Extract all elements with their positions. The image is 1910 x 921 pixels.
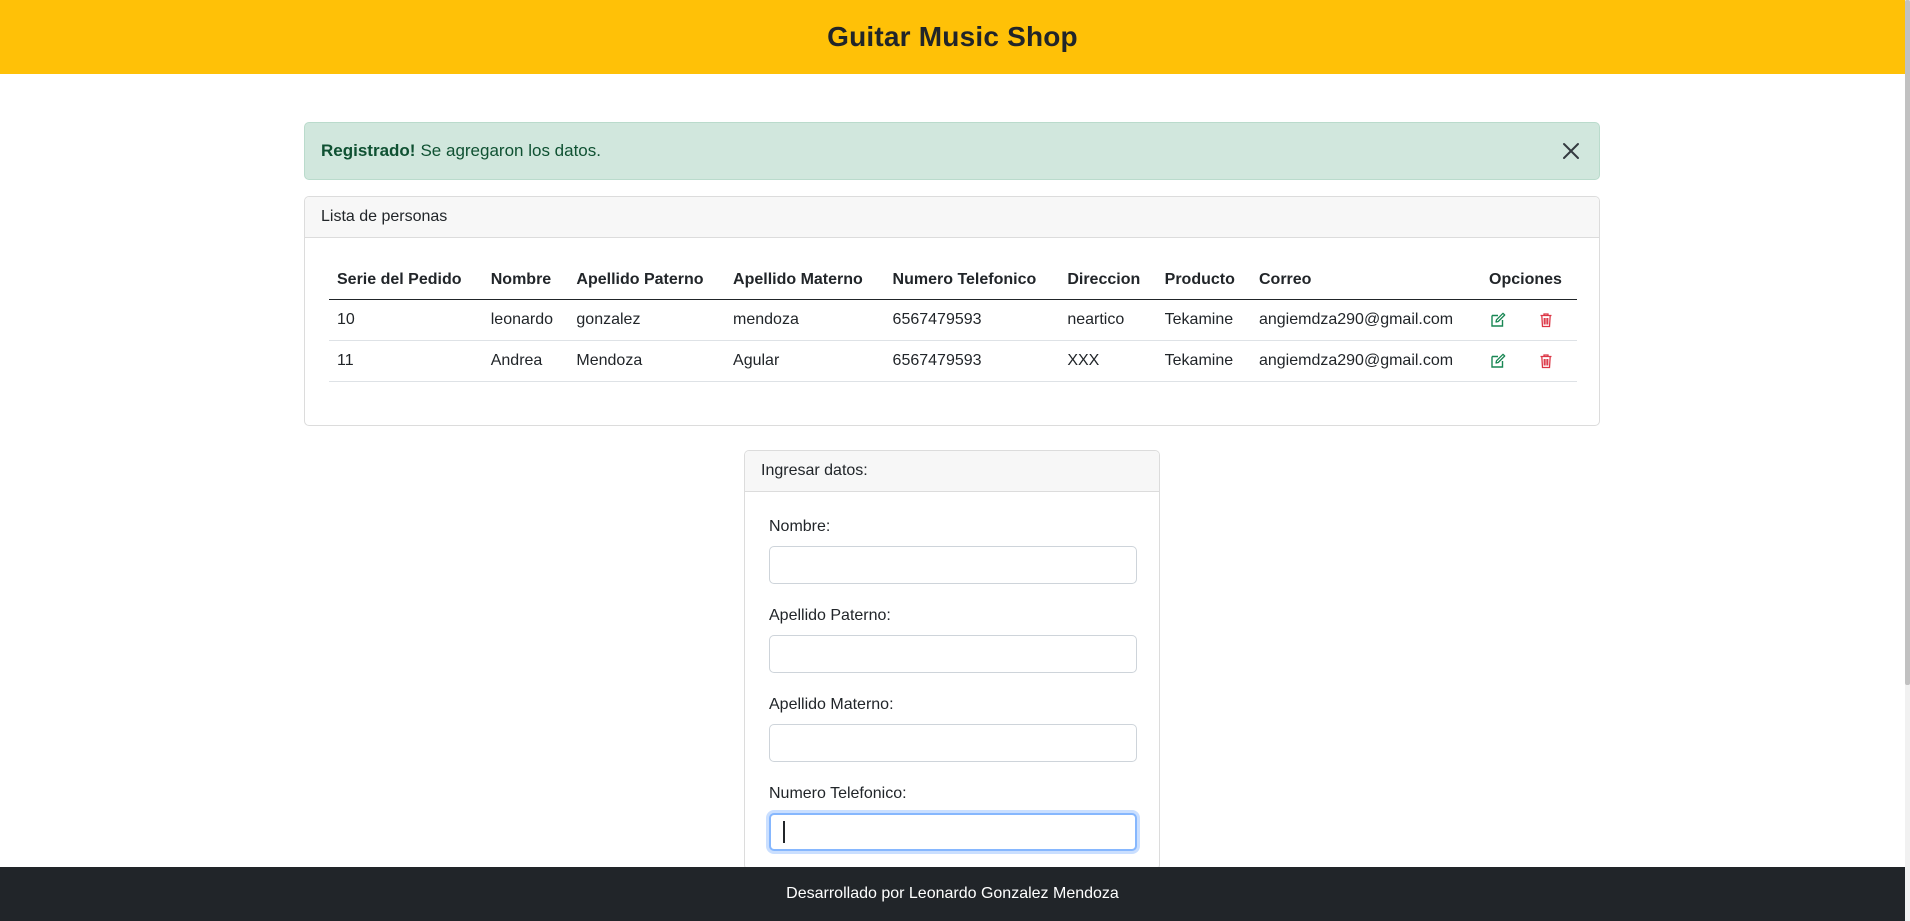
- people-table: Serie del Pedido Nombre Apellido Paterno…: [329, 261, 1577, 382]
- data-entry-card: Ingresar datos: Nombre: Apellido Paterno…: [744, 450, 1160, 870]
- col-producto: Producto: [1156, 261, 1251, 300]
- form-group-apellido-paterno: Apellido Paterno:: [769, 607, 1137, 673]
- col-nombre: Nombre: [482, 261, 569, 300]
- app-footer: Desarrollado por Leonardo Gonzalez Mendo…: [0, 867, 1905, 921]
- cell-materno: Agular: [725, 340, 885, 382]
- nombre-input[interactable]: [769, 546, 1137, 584]
- cell-paterno: gonzalez: [568, 299, 726, 341]
- people-list-card: Lista de personas Serie del Pedido Nombr…: [304, 196, 1600, 426]
- scrollbar-thumb[interactable]: [1905, 0, 1910, 685]
- trash-icon[interactable]: [1537, 352, 1555, 370]
- trash-icon[interactable]: [1537, 311, 1555, 329]
- table-header-row: Serie del Pedido Nombre Apellido Paterno…: [329, 261, 1577, 300]
- cell-telefono: 6567479593: [884, 299, 1060, 341]
- cell-paterno: Mendoza: [568, 340, 726, 382]
- form-body: Nombre: Apellido Paterno: Apellido Mater…: [745, 492, 1159, 851]
- cell-direccion: neartico: [1059, 299, 1157, 341]
- cell-nombre: leonardo: [482, 299, 569, 341]
- text-cursor: [783, 821, 785, 843]
- alert-strong: Registrado!: [321, 141, 416, 160]
- edit-icon[interactable]: [1489, 352, 1507, 370]
- col-telefono: Numero Telefonico: [884, 261, 1060, 300]
- edit-icon[interactable]: [1489, 311, 1507, 329]
- cell-correo: angiemdza290@gmail.com: [1250, 340, 1481, 382]
- form-card-header: Ingresar datos:: [745, 451, 1159, 492]
- form-group-apellido-materno: Apellido Materno:: [769, 696, 1137, 762]
- page-title: Guitar Music Shop: [827, 21, 1078, 52]
- cell-serie: 11: [329, 340, 483, 382]
- telefono-input[interactable]: [769, 813, 1137, 851]
- apellido-paterno-label: Apellido Paterno:: [769, 607, 891, 624]
- col-opciones: Opciones: [1481, 261, 1577, 300]
- col-apellido-materno: Apellido Materno: [725, 261, 885, 300]
- cell-producto: Tekamine: [1156, 299, 1251, 341]
- apellido-materno-label: Apellido Materno:: [769, 696, 894, 713]
- cell-serie: 10: [329, 299, 483, 341]
- col-direccion: Direccion: [1059, 261, 1157, 300]
- alert-message: Se agregaron los datos.: [420, 141, 601, 160]
- app-header: Guitar Music Shop: [0, 0, 1905, 74]
- cell-materno: mendoza: [725, 299, 885, 341]
- cell-producto: Tekamine: [1156, 340, 1251, 382]
- list-card-header: Lista de personas: [305, 197, 1599, 238]
- cell-correo: angiemdza290@gmail.com: [1250, 299, 1481, 341]
- cell-telefono: 6567479593: [884, 340, 1060, 382]
- table-row: 11 Andrea Mendoza Agular 6567479593 XXX …: [329, 340, 1577, 382]
- apellido-paterno-input[interactable]: [769, 635, 1137, 673]
- cell-opciones: [1481, 299, 1577, 341]
- col-apellido-paterno: Apellido Paterno: [568, 261, 726, 300]
- apellido-materno-input[interactable]: [769, 724, 1137, 762]
- form-group-nombre: Nombre:: [769, 518, 1137, 584]
- nombre-label: Nombre:: [769, 518, 831, 535]
- table-row: 10 leonardo gonzalez mendoza 6567479593 …: [329, 299, 1577, 341]
- scrollbar[interactable]: [1905, 0, 1910, 921]
- close-icon[interactable]: [1557, 137, 1585, 165]
- footer-text: Desarrollado por Leonardo Gonzalez Mendo…: [786, 885, 1119, 902]
- col-correo: Correo: [1250, 261, 1481, 300]
- cell-opciones: [1481, 340, 1577, 382]
- cell-direccion: XXX: [1059, 340, 1157, 382]
- success-alert: Registrado! Se agregaron los datos.: [304, 122, 1600, 180]
- col-serie: Serie del Pedido: [329, 261, 483, 300]
- telefono-label: Numero Telefonico:: [769, 785, 907, 802]
- cell-nombre: Andrea: [482, 340, 569, 382]
- form-group-telefono: Numero Telefonico:: [769, 785, 1137, 851]
